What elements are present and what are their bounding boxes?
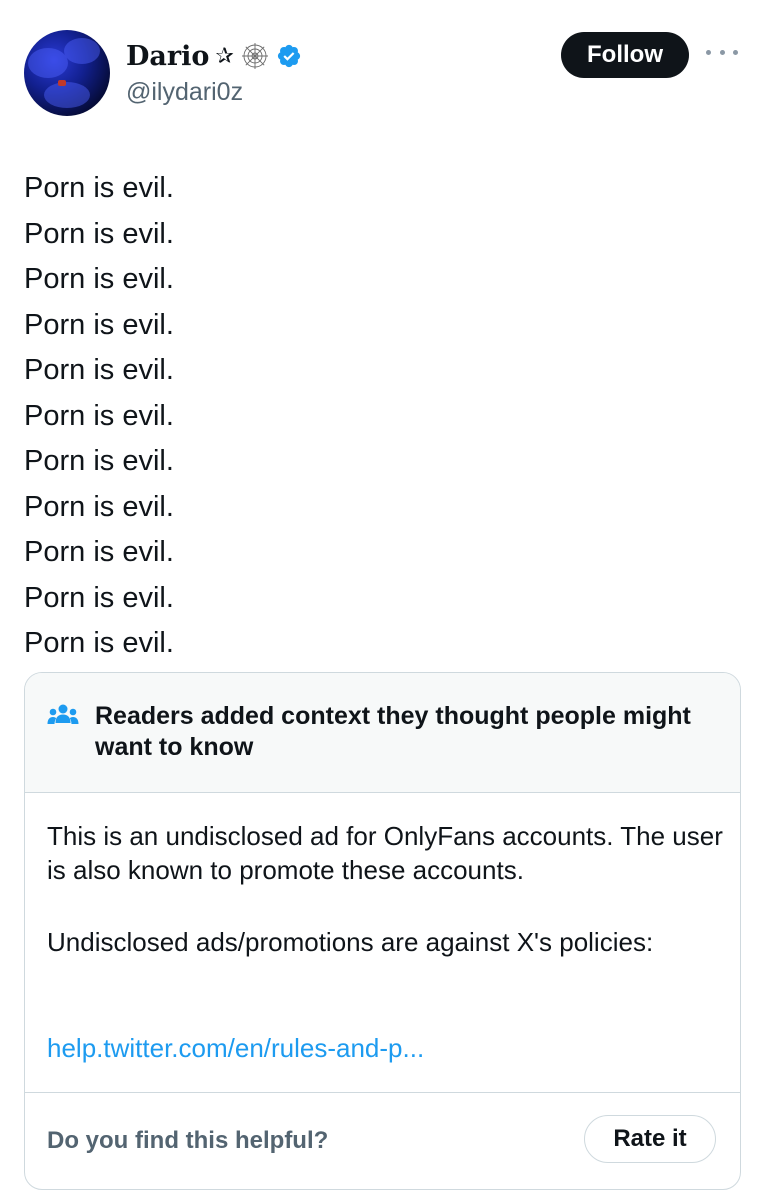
avatar-cloud (28, 48, 68, 78)
name-row: Dario ✰ (126, 38, 302, 74)
post-line: Porn is evil. (24, 399, 174, 432)
dot (706, 49, 711, 55)
display-name[interactable]: Dario (126, 41, 209, 72)
people-icon (47, 704, 79, 724)
community-note-footer: Do you find this helpful? Rate it (25, 1093, 740, 1189)
community-note-header: Readers added context they thought peopl… (25, 673, 740, 793)
verified-badge-icon (277, 44, 300, 68)
note-paragraph: Undisclosed ads/promotions are against X… (47, 927, 654, 957)
avatar-detail (58, 80, 66, 86)
post-line: Porn is evil. (24, 263, 174, 295)
community-note-title: Readers added context they thought peopl… (95, 702, 691, 761)
community-note: Readers added context they thought peopl… (24, 672, 741, 1190)
post-line: Porn is evil. (24, 627, 174, 659)
spider-web-icon (241, 43, 268, 69)
community-note-body: This is an undisclosed ad for OnlyFans a… (25, 793, 740, 1093)
avatar-cloud (44, 82, 90, 108)
avatar[interactable] (24, 30, 110, 116)
post-line: Porn is evil. (24, 536, 174, 568)
policy-link[interactable]: help.twitter.com/en/rules-and-p... (47, 1033, 424, 1064)
post-text: Porn is evil. Porn is evil. Porn is evil… (24, 166, 174, 667)
user-handle[interactable]: @ilydari0z (126, 78, 243, 107)
avatar-cloud (64, 38, 100, 64)
note-paragraph: This is an undisclosed ad for OnlyFans a… (47, 821, 723, 885)
dot (733, 49, 738, 55)
post-line: Porn is evil. (24, 308, 174, 341)
star-emoji: ✰ (215, 43, 234, 68)
post-line: Porn is evil. (24, 490, 174, 523)
post-line: Porn is evil. (24, 217, 174, 250)
post-header: Dario ✰ @ilydari0z Follow (0, 0, 762, 130)
dot (719, 49, 725, 55)
post-line: Porn is evil. (24, 172, 174, 204)
helpful-prompt: Do you find this helpful? (47, 1127, 329, 1154)
rate-it-button[interactable]: Rate it (584, 1115, 716, 1163)
post-line: Porn is evil. (24, 445, 174, 477)
more-options-icon[interactable] (706, 42, 738, 62)
follow-button[interactable]: Follow (561, 32, 689, 78)
post-line: Porn is evil. (24, 354, 174, 386)
post-line: Porn is evil. (24, 581, 174, 614)
